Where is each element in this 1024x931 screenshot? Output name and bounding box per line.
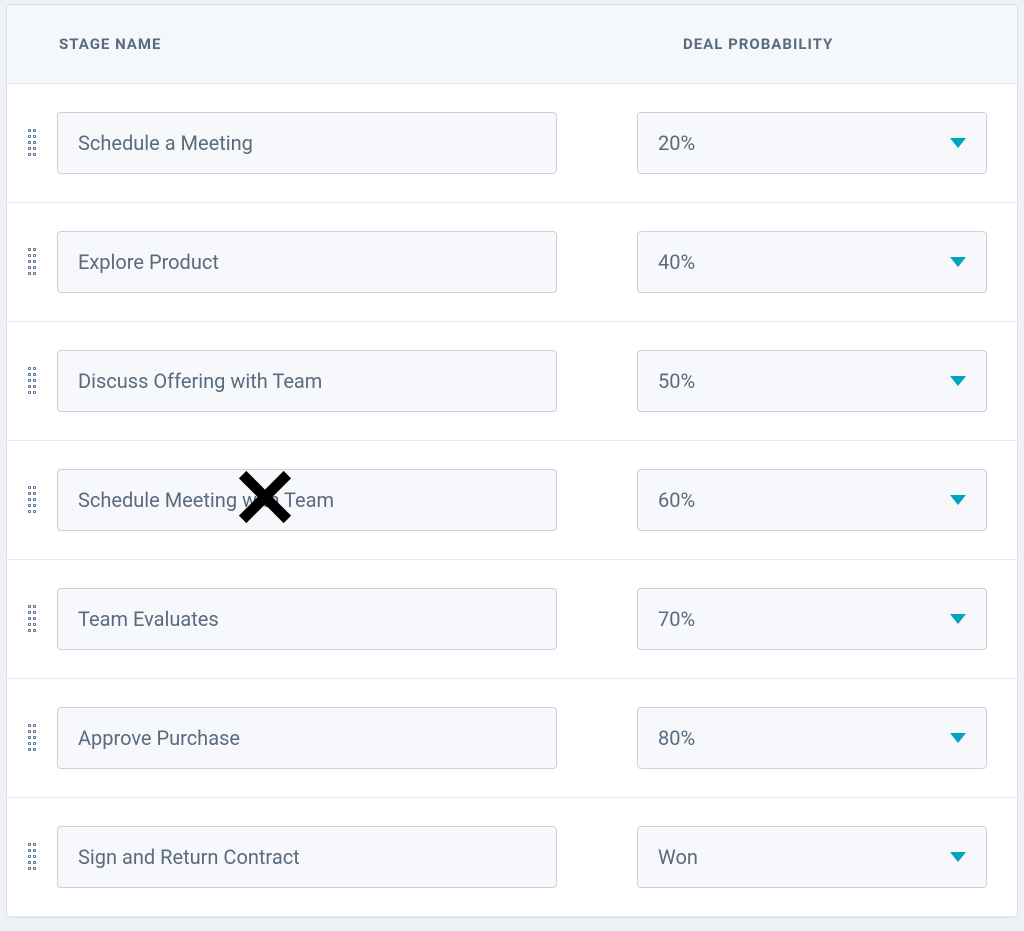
deal-probability-select[interactable]: 60% — [637, 469, 987, 531]
pipeline-stages-panel: STAGE NAME DEAL PROBABILITY 20% — [6, 4, 1018, 918]
stage-name-input[interactable] — [57, 112, 557, 174]
stage-name-input[interactable] — [57, 707, 557, 769]
stage-row: Won — [7, 798, 1017, 917]
chevron-down-icon — [950, 376, 966, 386]
deal-probability-value: 70% — [658, 607, 695, 631]
stage-name-input[interactable] — [57, 350, 557, 412]
deal-probability-value: 40% — [658, 250, 695, 274]
table-header-row: STAGE NAME DEAL PROBABILITY — [7, 5, 1017, 84]
stage-name-input[interactable] — [57, 231, 557, 293]
stage-row: 60% — [7, 441, 1017, 560]
chevron-down-icon — [950, 138, 966, 148]
deal-probability-select[interactable]: 50% — [637, 350, 987, 412]
drag-handle-icon[interactable] — [28, 605, 36, 633]
deal-probability-select[interactable]: Won — [637, 826, 987, 888]
chevron-down-icon — [950, 852, 966, 862]
stage-name-input[interactable] — [57, 826, 557, 888]
drag-handle-icon[interactable] — [28, 843, 36, 871]
deal-probability-value: 60% — [658, 488, 695, 512]
chevron-down-icon — [950, 733, 966, 743]
stage-row: 70% — [7, 560, 1017, 679]
stage-name-input[interactable] — [57, 588, 557, 650]
stage-name-input[interactable] — [57, 469, 557, 531]
stage-row: 50% — [7, 322, 1017, 441]
header-stage-name: STAGE NAME — [7, 35, 647, 53]
chevron-down-icon — [950, 614, 966, 624]
deal-probability-select[interactable]: 20% — [637, 112, 987, 174]
deal-probability-value: Won — [658, 845, 698, 869]
deal-probability-value: 50% — [658, 369, 695, 393]
stage-row: 20% — [7, 84, 1017, 203]
stage-row: 80% — [7, 679, 1017, 798]
header-deal-probability: DEAL PROBABILITY — [647, 35, 1017, 53]
stage-row: 40% — [7, 203, 1017, 322]
drag-handle-icon[interactable] — [28, 129, 36, 157]
drag-handle-icon[interactable] — [28, 724, 36, 752]
deal-probability-select[interactable]: 40% — [637, 231, 987, 293]
drag-handle-icon[interactable] — [28, 486, 36, 514]
deal-probability-select[interactable]: 70% — [637, 588, 987, 650]
deal-probability-value: 80% — [658, 726, 695, 750]
chevron-down-icon — [950, 495, 966, 505]
drag-handle-icon[interactable] — [28, 248, 36, 276]
deal-probability-value: 20% — [658, 131, 695, 155]
chevron-down-icon — [950, 257, 966, 267]
drag-handle-icon[interactable] — [28, 367, 36, 395]
deal-probability-select[interactable]: 80% — [637, 707, 987, 769]
